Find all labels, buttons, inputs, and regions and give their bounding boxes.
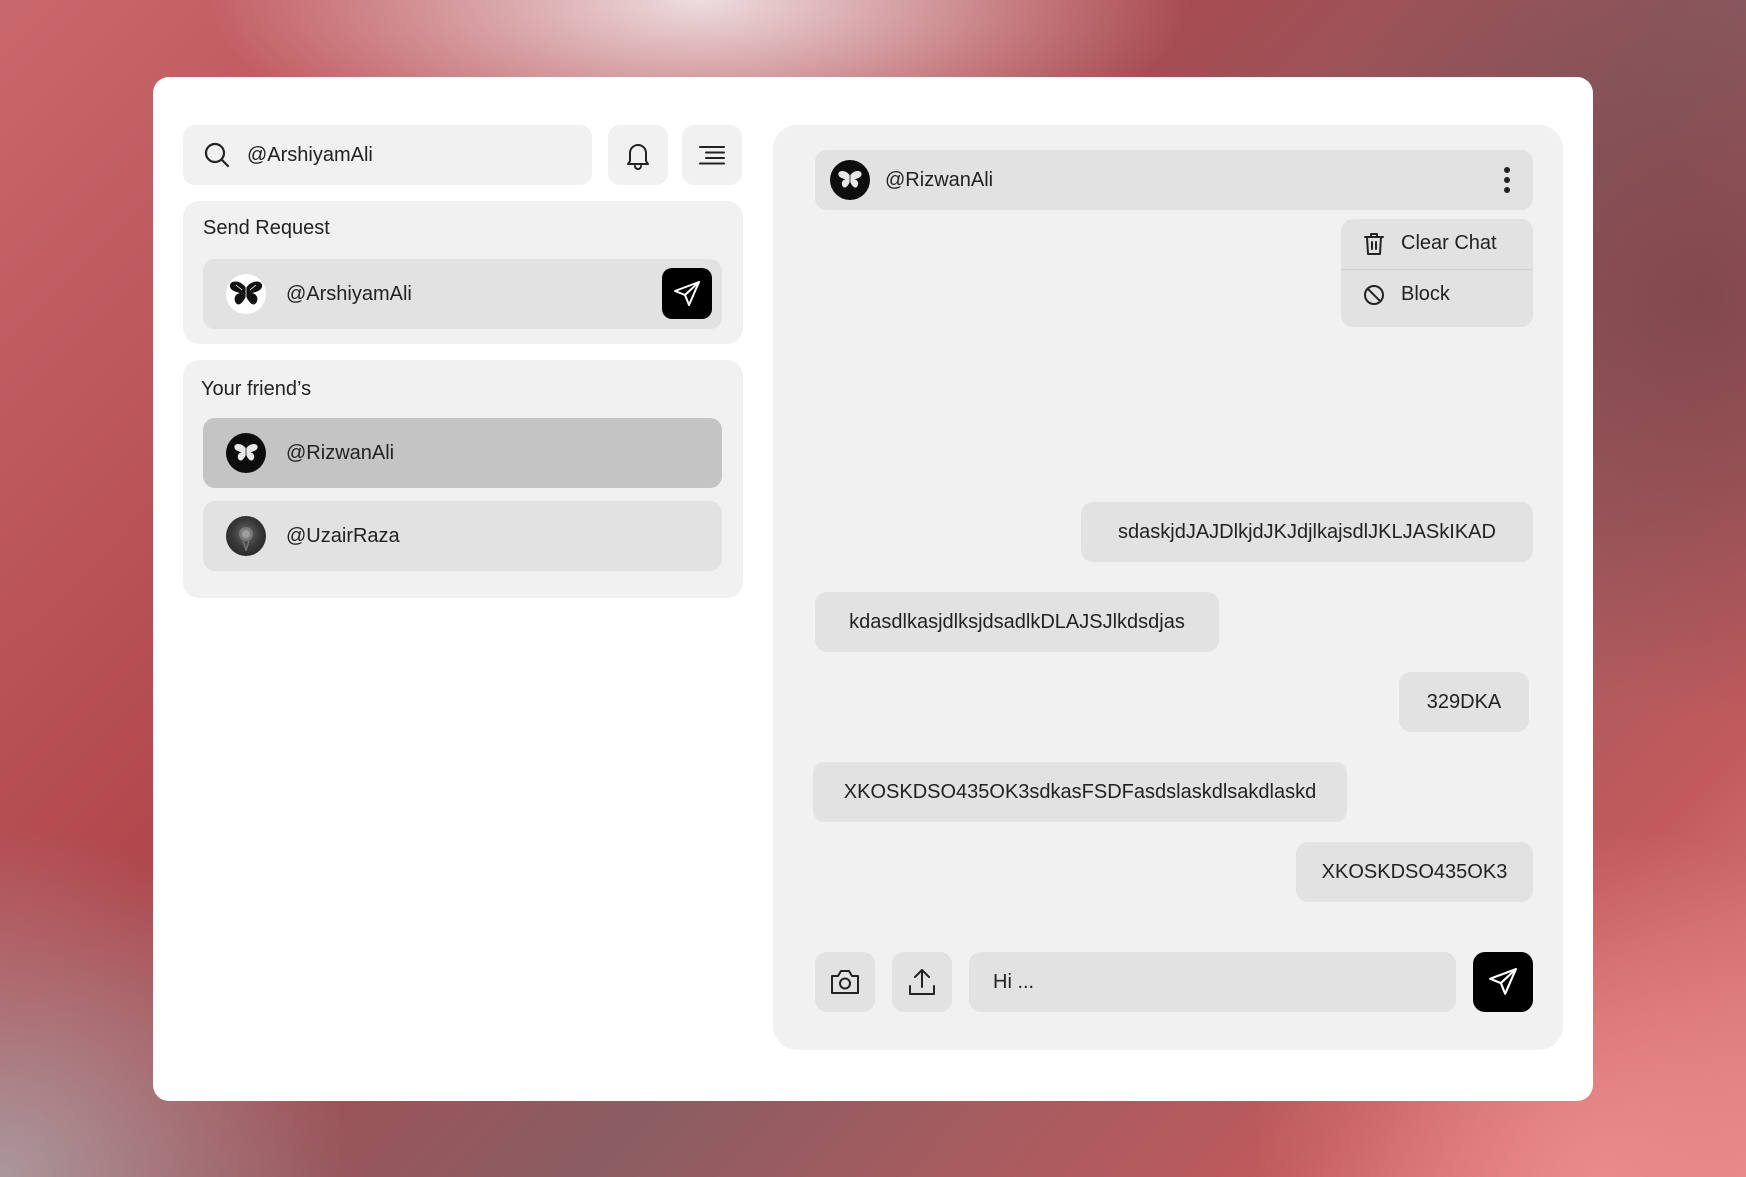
send-icon	[673, 280, 701, 308]
upload-button[interactable]	[892, 952, 952, 1012]
request-user-name: @ArshiyamAli	[286, 282, 412, 305]
clear-chat-menu-item[interactable]: Clear Chat	[1341, 219, 1533, 268]
friends-panel: Your friend’s @RizwanAli @UzairRaza	[183, 360, 743, 598]
menu-button[interactable]	[682, 125, 742, 185]
block-icon	[1363, 284, 1385, 306]
camera-icon	[829, 968, 861, 996]
message-received: kdasdlkasjdlksjdsadlkDLAJSJlkdsdjas	[815, 592, 1219, 652]
message-sent: XKOSKDSO435OK3	[1296, 842, 1533, 902]
search-bar[interactable]: @ArshiyamAli	[183, 125, 592, 185]
butterfly-avatar	[226, 274, 266, 314]
photo-avatar	[226, 516, 266, 556]
message-sent: sdaskjdJAJDlkjdJKJdjlkajsdlJKLJASkIKAD	[1081, 502, 1533, 562]
camera-button[interactable]	[815, 952, 875, 1012]
chat-contact-name: @RizwanAli	[885, 168, 994, 191]
send-message-button[interactable]	[1473, 952, 1533, 1012]
friends-title: Your friend’s	[201, 378, 312, 400]
chat-header: @RizwanAli	[815, 150, 1533, 210]
butterfly-avatar	[830, 160, 870, 200]
message-input-value: Hi ...	[993, 970, 1035, 993]
bell-icon	[624, 140, 652, 170]
search-input[interactable]: @ArshiyamAli	[247, 144, 373, 167]
block-menu-item[interactable]: Block	[1341, 270, 1533, 319]
send-request-title: Send Request	[203, 217, 330, 239]
block-label: Block	[1401, 283, 1450, 305]
clear-chat-label: Clear Chat	[1401, 232, 1497, 254]
upload-icon	[907, 967, 937, 997]
menu-lines-icon	[699, 145, 725, 165]
friend-item-rizwanali[interactable]: @RizwanAli	[203, 418, 722, 488]
trash-icon	[1363, 232, 1385, 256]
butterfly-avatar	[226, 433, 266, 473]
message-sent: 329DKA	[1399, 672, 1529, 732]
send-icon	[1488, 967, 1518, 997]
more-options-button[interactable]	[1499, 164, 1515, 196]
message-received: XKOSKDSO435OK3sdkasFSDFasdslaskdlsakdlas…	[813, 762, 1347, 822]
kebab-icon	[1503, 166, 1511, 194]
chat-panel: @RizwanAli Clear Chat Block sdaskjdJAJDl…	[773, 125, 1563, 1050]
send-request-button[interactable]	[662, 268, 712, 319]
app-window: @ArshiyamAli Send Request @ArshiyamAli Y…	[153, 77, 1593, 1101]
message-input[interactable]: Hi ...	[969, 952, 1456, 1012]
chat-options-menu: Clear Chat Block	[1341, 219, 1533, 327]
friend-name: @UzairRaza	[286, 524, 400, 547]
send-request-panel: Send Request @ArshiyamAli	[183, 201, 743, 344]
friend-item-uzairraza[interactable]: @UzairRaza	[203, 501, 722, 571]
request-user-row: @ArshiyamAli	[203, 259, 722, 329]
notifications-button[interactable]	[608, 125, 668, 185]
search-icon	[203, 141, 231, 169]
friend-name: @RizwanAli	[286, 441, 395, 464]
